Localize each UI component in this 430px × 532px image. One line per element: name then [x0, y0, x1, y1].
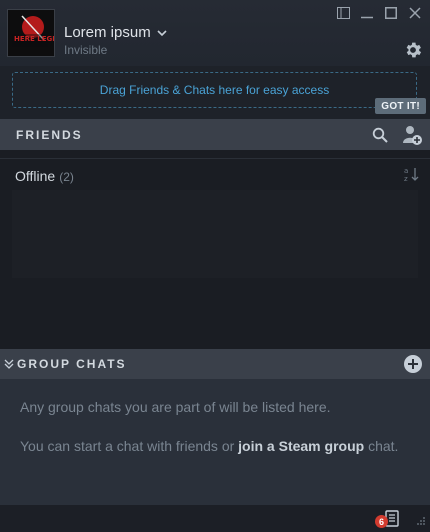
profile-name[interactable]: Lorem ipsum: [64, 24, 151, 41]
join-steam-group-link[interactable]: join a Steam group: [238, 438, 364, 454]
divider: [0, 158, 430, 159]
offline-label: Offline: [15, 168, 56, 184]
gear-icon[interactable]: [403, 40, 423, 60]
sort-icon[interactable]: a z: [404, 166, 420, 182]
friends-title: FRIENDS: [16, 127, 83, 142]
drop-zone-text: Drag Friends & Chats here for easy acces…: [99, 83, 330, 97]
avatar[interactable]: HERE LEGEN: [7, 9, 55, 57]
hint-prefix: You can start a chat with friends or: [20, 438, 235, 454]
maximize-icon[interactable]: [382, 4, 400, 22]
offline-group-header[interactable]: Offline (2): [15, 168, 74, 184]
resize-grip-icon[interactable]: [416, 516, 426, 526]
offline-friends-placeholder: [12, 190, 418, 278]
close-icon[interactable]: [406, 4, 424, 22]
got-it-button[interactable]: GOT IT!: [375, 98, 426, 114]
add-group-chat-icon[interactable]: [403, 354, 423, 374]
restore-icon[interactable]: [334, 4, 352, 22]
chevron-down-icon[interactable]: [156, 27, 168, 39]
friends-header[interactable]: FRIENDS: [0, 119, 430, 150]
svg-text:z: z: [404, 175, 408, 182]
group-chats-title: GROUP CHATS: [17, 357, 127, 371]
notification-badge: 6: [375, 515, 388, 528]
svg-text:a: a: [404, 167, 408, 175]
minimize-icon[interactable]: [358, 4, 376, 22]
avatar-image: HERE LEGEN: [8, 10, 54, 56]
friends-window: HERE LEGEN Lorem ipsum Invisible Drag Fr…: [0, 0, 430, 532]
search-icon[interactable]: [372, 127, 388, 143]
footer: [0, 505, 430, 532]
favorites-drop-zone[interactable]: Drag Friends & Chats here for easy acces…: [12, 72, 417, 108]
group-chats-hint: You can start a chat with friends or joi…: [20, 437, 400, 456]
collapse-icon[interactable]: [4, 359, 14, 369]
group-chats-empty-message: Any group chats you are part of will be …: [20, 399, 331, 415]
window-controls: [334, 4, 424, 22]
avatar-text: HERE LEGEN: [14, 35, 54, 43]
profile-status: Invisible: [64, 43, 108, 57]
offline-count: (2): [59, 170, 74, 184]
add-friend-icon[interactable]: [401, 124, 423, 146]
group-chats-header[interactable]: GROUP CHATS: [0, 349, 430, 379]
hint-suffix: chat.: [368, 438, 399, 454]
